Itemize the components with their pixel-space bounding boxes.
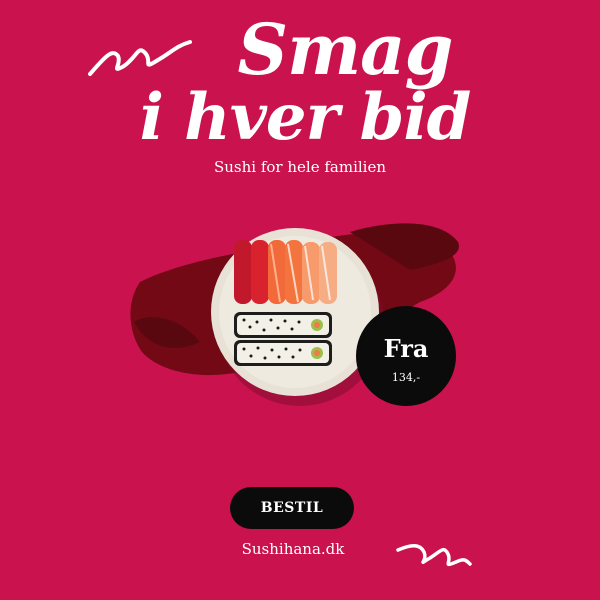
headline-line-1: Smag [237, 8, 454, 91]
website-link[interactable]: Sushihana.dk [0, 540, 600, 558]
headline-line-2: i hver bid [139, 80, 472, 155]
price-badge: Fra 134,- [356, 306, 456, 406]
price-badge-label: Fra [383, 334, 429, 363]
ad-canvas: Smag i hver bid Sushi for hele familien [0, 0, 600, 600]
subtitle: Sushi for hele familien [213, 158, 386, 176]
swirl-bottom-right [396, 544, 472, 567]
price-value: 134,- [391, 371, 421, 384]
order-button[interactable]: BESTIL [230, 487, 354, 529]
